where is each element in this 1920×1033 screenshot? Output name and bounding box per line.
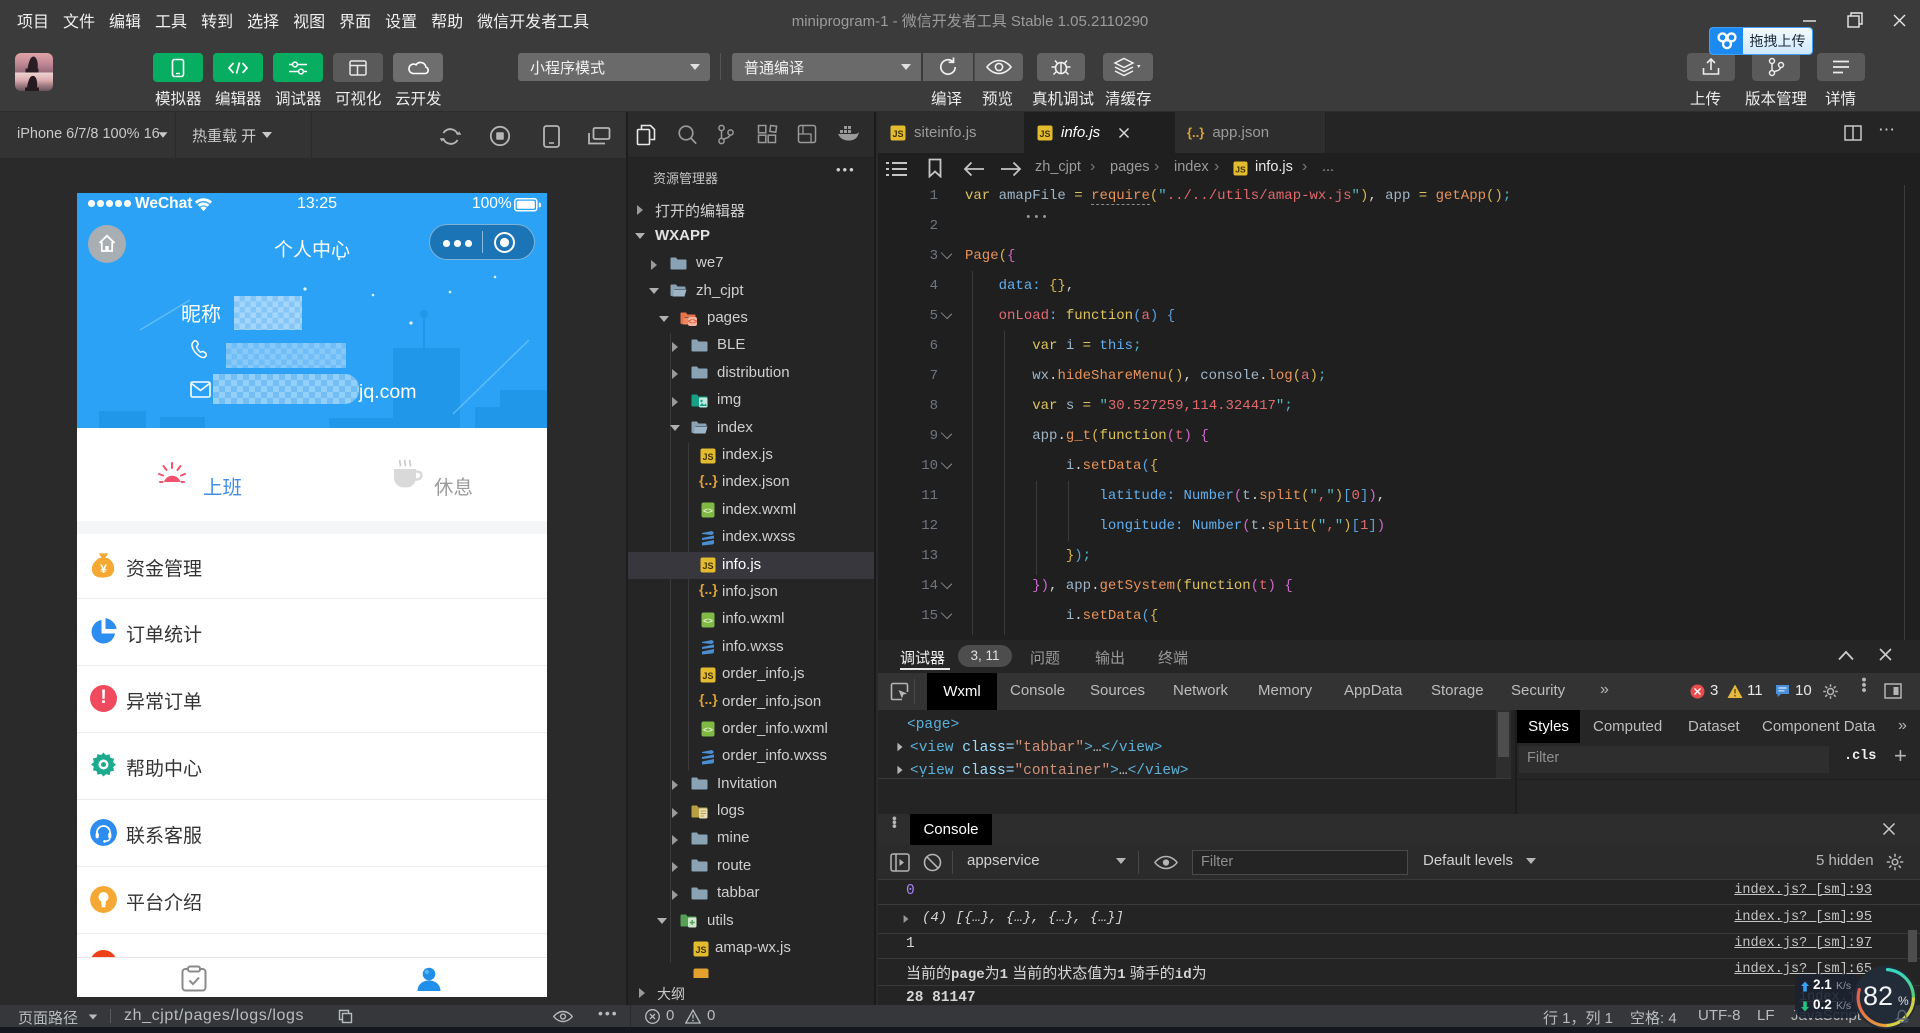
svg-text:<>: <> <box>703 615 713 625</box>
svg-text:¥: ¥ <box>100 562 107 576</box>
svg-text:<>: <> <box>703 725 713 735</box>
svg-text:<>: <> <box>703 506 713 516</box>
svg-text:JS: JS <box>702 671 713 681</box>
svg-text:JS: JS <box>892 129 903 139</box>
svg-text:JS: JS <box>702 452 713 462</box>
svg-text:JS: JS <box>1039 129 1050 139</box>
svg-text:JS: JS <box>702 561 713 571</box>
svg-text:<>: <> <box>688 317 698 326</box>
svg-text:JS: JS <box>695 945 706 955</box>
svg-text:JS: JS <box>1235 165 1246 175</box>
